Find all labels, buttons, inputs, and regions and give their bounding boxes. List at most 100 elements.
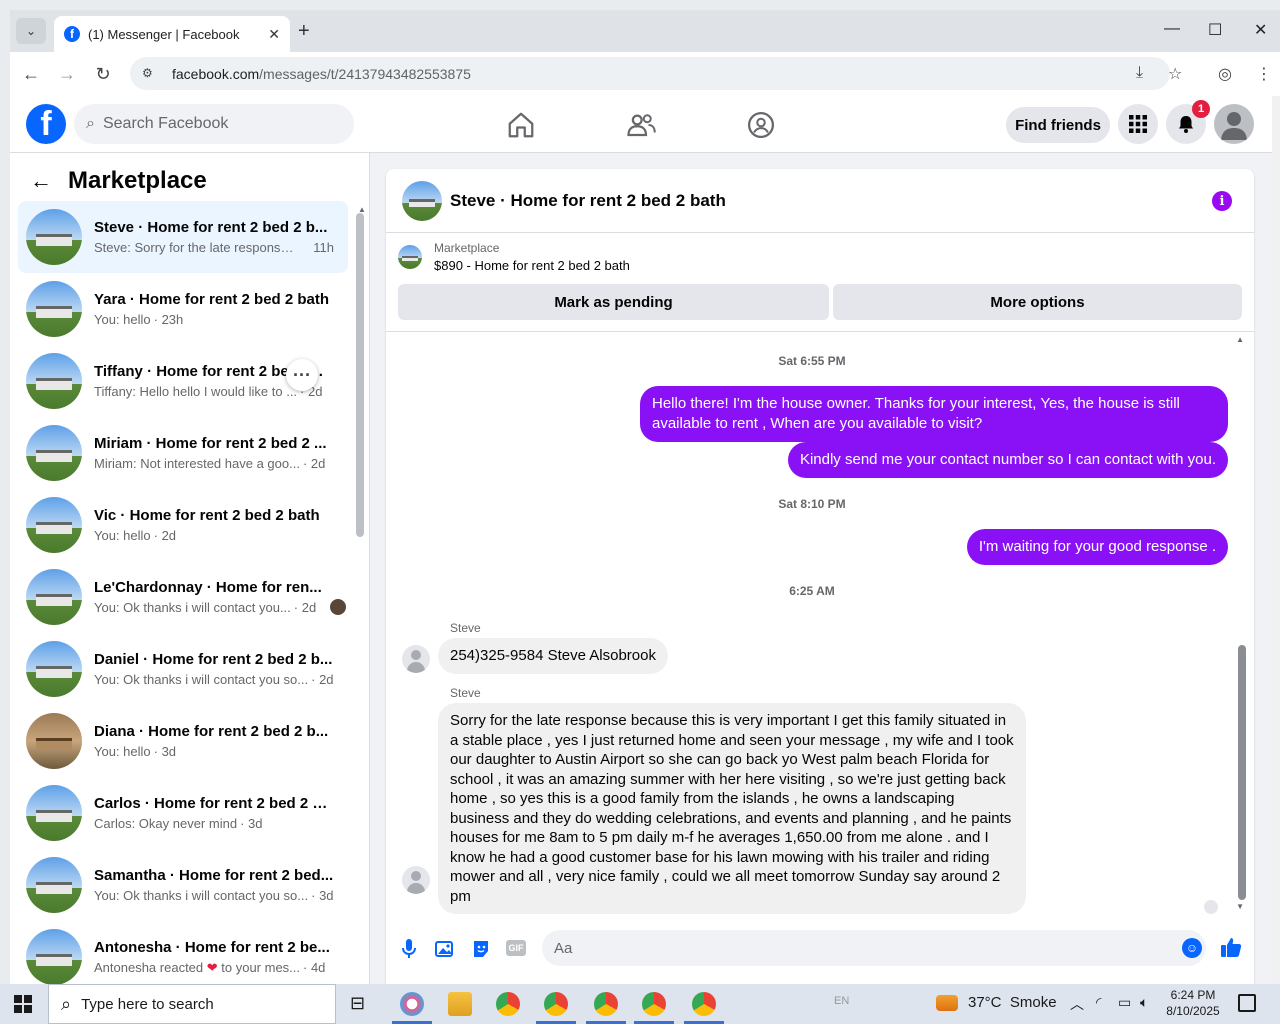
menu-grid-icon[interactable] [1118, 104, 1158, 144]
page-scrollbar[interactable] [1272, 96, 1280, 984]
house-avatar [26, 713, 82, 769]
conversation-name: Diana · Home for rent 2 bed 2 b... [94, 723, 329, 740]
conversation-item[interactable]: Yara · Home for rent 2 bed 2 bath You: h… [18, 273, 348, 345]
sender-name: Steve [450, 621, 481, 635]
chrome-icon[interactable] [496, 992, 520, 1016]
conversation-time: · 4d [303, 959, 326, 975]
outgoing-message[interactable]: Kindly send me your contact number so I … [787, 442, 1228, 478]
snipping-tool-icon[interactable] [400, 992, 424, 1016]
conversation-time: · 3d [153, 744, 177, 759]
back-icon[interactable]: ← [16, 64, 46, 85]
more-options-button[interactable]: More options [833, 284, 1242, 320]
browser-menu-icon[interactable]: ⋮ [1256, 64, 1272, 84]
chat-scroll-up-icon[interactable]: ▲ [1236, 335, 1244, 344]
conversation-item[interactable]: Antonesha · Home for rent 2 be... Antone… [18, 921, 348, 984]
volume-icon[interactable]: 🔈︎ [1140, 994, 1148, 1011]
chrome-profile-icon[interactable] [642, 992, 666, 1016]
conversation-scrollbar[interactable] [356, 213, 364, 537]
language-indicator[interactable]: EN [834, 995, 849, 1007]
find-friends-button[interactable]: Find friends [1006, 107, 1110, 143]
install-app-icon[interactable]: ⤓ [1136, 64, 1143, 82]
sender-avatar[interactable] [402, 645, 430, 673]
chat-title[interactable]: Steve · Home for rent 2 bed 2 bath [450, 191, 726, 211]
more-options-dots-icon[interactable]: ··· [286, 359, 318, 391]
house-avatar [26, 641, 82, 697]
message-input[interactable] [542, 930, 1206, 966]
marketplace-header: ← Marketplace [30, 167, 207, 195]
chat-scroll-down-icon[interactable]: ▼ [1236, 902, 1244, 911]
chat-divider [386, 331, 1254, 332]
taskbar-search[interactable]: ⌕ Type here to search [48, 984, 336, 1024]
account-avatar[interactable] [1214, 104, 1254, 144]
chrome-profile-icon[interactable] [692, 992, 716, 1016]
mark-as-pending-button[interactable]: Mark as pending [398, 284, 829, 320]
system-clock[interactable]: 6:24 PM 8/10/2025 [1160, 987, 1226, 1019]
conversation-item[interactable]: Tiffany · Home for rent 2 bed 2... Tiffa… [18, 345, 348, 417]
conversation-snippet: You: Ok thanks i will contact you so... [94, 888, 309, 903]
back-arrow-icon[interactable]: ← [30, 168, 52, 194]
groups-icon[interactable] [746, 110, 776, 140]
url-path: /messages/t/24137943482553875 [259, 65, 471, 82]
task-view-icon[interactable]: ⊟ [350, 993, 365, 1014]
facebook-header: f ⌕ Search Facebook Find friends 1 [10, 96, 1272, 153]
meet-now-icon[interactable]: ▭ [1118, 994, 1131, 1011]
outgoing-message[interactable]: I'm waiting for your good response . [966, 529, 1228, 565]
tab-search-button[interactable]: ⌄ [16, 18, 46, 44]
conversation-item[interactable]: Le'Chardonnay · Home for ren... You: Ok … [18, 561, 348, 633]
sender-avatar[interactable] [402, 866, 430, 894]
facebook-search[interactable]: ⌕ Search Facebook [74, 104, 354, 144]
conversation-item[interactable]: Diana · Home for rent 2 bed 2 b... You: … [18, 705, 348, 777]
conversation-item[interactable]: Steve · Home for rent 2 bed 2 b... Steve… [18, 201, 348, 273]
incoming-message[interactable]: Sorry for the late response because this… [438, 703, 1026, 914]
incoming-message[interactable]: 254)325-9584 Steve Alsobrook [438, 638, 668, 674]
show-hidden-icons-chevron-icon[interactable]: ︿ [1070, 994, 1084, 1014]
conversation-item[interactable]: Miriam · Home for rent 2 bed 2 ... Miria… [18, 417, 348, 489]
file-explorer-icon[interactable] [448, 992, 472, 1016]
minimize-icon[interactable]: — [1164, 20, 1180, 38]
chat-avatar[interactable] [402, 180, 442, 221]
conversation-time: 11h [313, 240, 334, 255]
windows-start-icon[interactable] [14, 995, 32, 1013]
facebook-logo-icon[interactable]: f [26, 104, 66, 144]
seen-receipt-avatar [1204, 900, 1218, 914]
chat-scrollbar[interactable] [1238, 645, 1246, 900]
chrome-profile-icon[interactable] [544, 992, 568, 1016]
house-avatar [26, 497, 82, 553]
gif-icon[interactable]: GIF [506, 940, 526, 956]
conversation-item[interactable]: Daniel · Home for rent 2 bed 2 b... You:… [18, 633, 348, 705]
thumbs-up-icon[interactable] [1220, 936, 1242, 964]
home-icon[interactable] [506, 110, 536, 140]
microphone-icon[interactable] [398, 938, 420, 960]
action-center-icon[interactable] [1238, 994, 1256, 1012]
weather-widget[interactable]: 37°C Smoke [936, 994, 1057, 1011]
browser-tab[interactable]: f (1) Messenger | Facebook ✕ [54, 16, 290, 52]
reload-icon[interactable]: ↻ [88, 64, 118, 85]
network-icon[interactable]: ◜ [1096, 994, 1101, 1011]
conversation-item[interactable]: Carlos · Home for rent 2 bed 2 b... Carl… [18, 777, 348, 849]
conversation-time: · 2d [302, 456, 326, 471]
sender-name: Steve [450, 686, 481, 700]
tab-close-icon[interactable]: ✕ [268, 26, 280, 43]
forward-icon[interactable]: → [52, 64, 82, 85]
info-icon[interactable]: i [1212, 191, 1232, 211]
maximize-icon[interactable]: ☐ [1208, 20, 1222, 40]
outgoing-message[interactable]: Hello there! I'm the house owner. Thanks… [640, 386, 1228, 442]
photo-icon[interactable] [434, 938, 456, 960]
facebook-favicon-icon: f [64, 26, 80, 42]
listing-summary[interactable]: Marketplace $890 - Home for rent 2 bed 2… [398, 241, 630, 273]
emoji-icon[interactable]: ☺ [1182, 938, 1202, 958]
window-close-icon[interactable]: ✕ [1254, 20, 1267, 40]
bookmark-star-icon[interactable]: ☆ [1168, 64, 1182, 84]
profile-icon[interactable]: ◎ [1218, 64, 1232, 84]
conversation-snippet: Tiffany: Hello hello I would like to ... [94, 384, 298, 399]
conversation-item[interactable]: Vic · Home for rent 2 bed 2 bath You: he… [18, 489, 348, 561]
conversation-item[interactable]: Samantha · Home for rent 2 bed... You: O… [18, 849, 348, 921]
conversation-snippet: Carlos: Okay never mind [94, 816, 238, 831]
notification-badge: 1 [1192, 100, 1210, 118]
site-info-icon[interactable]: ⚙ [142, 66, 158, 82]
address-bar[interactable]: ⚙ facebook.com/messages/t/24137943482553… [130, 57, 1170, 90]
new-tab-button[interactable]: + [298, 20, 310, 43]
sticker-icon[interactable] [470, 938, 492, 960]
friends-icon[interactable] [626, 110, 656, 140]
chrome-profile-icon[interactable] [594, 992, 618, 1016]
